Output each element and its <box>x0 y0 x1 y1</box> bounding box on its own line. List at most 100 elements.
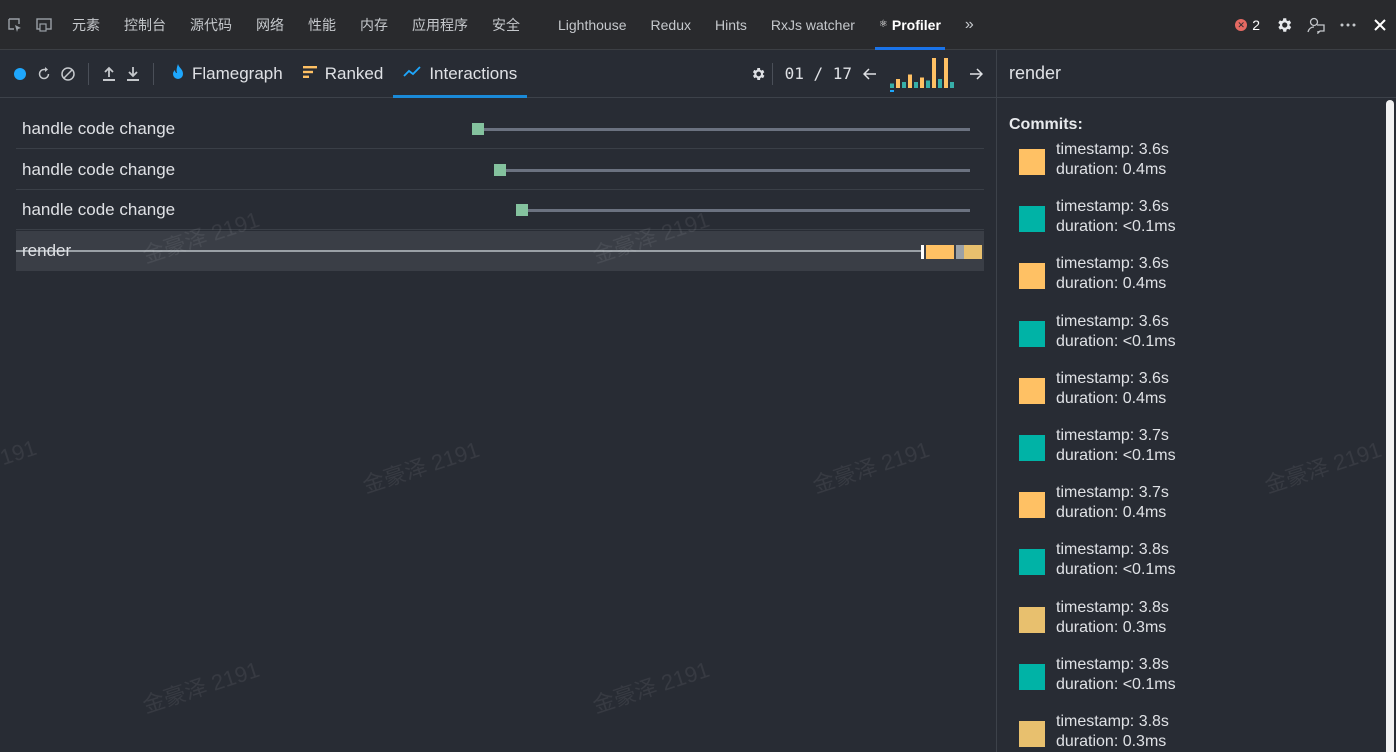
devtools-tab[interactable]: 安全 <box>480 0 532 50</box>
next-commit-arrow-icon[interactable] <box>964 50 988 98</box>
devtools-tab[interactable]: 应用程序 <box>400 0 480 50</box>
tab-flamegraph[interactable]: Flamegraph <box>162 50 293 98</box>
more-options-icon[interactable] <box>1332 0 1364 50</box>
interaction-name: render <box>22 240 72 260</box>
commit-bar[interactable] <box>932 57 936 88</box>
commit-item[interactable]: timestamp: 3.7s duration: 0.4ms <box>1019 484 1359 532</box>
interaction-row[interactable]: handle code change <box>16 150 984 190</box>
flame-icon <box>172 63 184 84</box>
commit-bar[interactable] <box>908 74 912 88</box>
commit-item[interactable]: timestamp: 3.8s duration: 0.3ms <box>1019 713 1359 752</box>
tab-ranked[interactable]: Ranked <box>293 50 394 98</box>
commits-heading: Commits: <box>1009 116 1083 133</box>
commit-bar[interactable] <box>896 78 900 88</box>
commit-counter: 01 / 17 <box>784 64 852 83</box>
error-count: 2 <box>1252 16 1260 33</box>
interaction-marker[interactable] <box>494 163 506 176</box>
commit-item[interactable]: timestamp: 3.8s duration: <0.1ms <box>1019 656 1359 704</box>
commit-item[interactable]: timestamp: 3.6s duration: 0.4ms <box>1019 141 1359 189</box>
commit-bar[interactable] <box>920 77 924 88</box>
commit-block[interactable] <box>926 244 954 259</box>
devtools-tab[interactable]: 性能 <box>296 0 348 50</box>
clear-profiling-button[interactable] <box>56 50 80 98</box>
interactions-panel: handle code change handle code change hand… <box>0 99 996 752</box>
interaction-name: handle code change <box>22 119 176 138</box>
commit-timestamp: timestamp: 3.8s <box>1056 655 1169 673</box>
record-button[interactable] <box>8 50 32 98</box>
commit-block[interactable] <box>956 244 964 259</box>
settings-gear-icon[interactable] <box>1268 0 1300 50</box>
interaction-details-panel: render Commits: timestamp: 3.6s duration:… <box>996 50 1396 752</box>
commit-item[interactable]: timestamp: 3.6s duration: 0.4ms <box>1019 255 1359 303</box>
commit-duration: duration: 0.4ms <box>1056 275 1167 293</box>
react-icon: ⚛ <box>878 19 888 30</box>
feedback-icon[interactable] <box>1300 0 1332 50</box>
scrollbar[interactable] <box>1386 100 1394 752</box>
previous-commit-arrow-icon[interactable] <box>858 50 882 98</box>
commit-bar[interactable] <box>890 83 894 88</box>
devtools-tab[interactable]: 元素 <box>60 0 112 50</box>
commit-item[interactable]: timestamp: 3.8s duration: 0.3ms <box>1019 599 1359 647</box>
commit-bar[interactable] <box>902 81 906 88</box>
commit-bar[interactable] <box>950 81 954 88</box>
load-profile-button[interactable] <box>97 50 121 98</box>
commit-duration: duration: <0.1ms <box>1056 332 1176 350</box>
commit-timestamp: timestamp: 3.6s <box>1056 141 1169 158</box>
interaction-row[interactable]: handle code change <box>16 109 984 149</box>
devtools-tab[interactable]: 控制台 <box>112 0 178 50</box>
devtools-tab[interactable]: RxJs watcher <box>759 0 867 50</box>
commit-bar[interactable] <box>944 57 948 88</box>
commit-snapshot-bars[interactable] <box>888 54 958 94</box>
tab-interactions[interactable]: Interactions <box>393 50 528 98</box>
devtools-tab[interactable]: 源代码 <box>178 0 244 50</box>
commit-block[interactable] <box>964 244 982 259</box>
commit-color-swatch <box>1019 149 1045 175</box>
devtools-tab[interactable]: Redux <box>639 0 703 50</box>
commit-timestamp: timestamp: 3.8s <box>1056 598 1169 616</box>
commit-duration: duration: <0.1ms <box>1056 218 1176 236</box>
interaction-timeline-line <box>522 209 970 212</box>
interaction-row[interactable]: render <box>16 230 984 271</box>
commit-color-swatch <box>1019 435 1045 461</box>
commit-color-swatch <box>1019 721 1045 747</box>
profiler-settings-gear-icon[interactable] <box>746 50 770 98</box>
interaction-marker[interactable] <box>516 204 529 216</box>
commit-item[interactable]: timestamp: 3.8s duration: <0.1ms <box>1019 541 1359 589</box>
commit-bar[interactable] <box>938 78 942 88</box>
record-icon <box>14 67 26 80</box>
close-devtools-icon[interactable] <box>1364 0 1396 50</box>
interaction-marker[interactable] <box>471 123 484 135</box>
device-toolbar-icon[interactable] <box>30 0 60 50</box>
commit-item[interactable]: timestamp: 3.6s duration: 0.4ms <box>1019 370 1359 418</box>
commit-color-swatch <box>1019 492 1045 519</box>
more-tabs-button[interactable]: » <box>953 0 986 50</box>
commit-item[interactable]: timestamp: 3.6s duration: <0.1ms <box>1019 198 1359 246</box>
commit-duration: duration: 0.4ms <box>1056 161 1167 178</box>
commit-duration: duration: 0.3ms <box>1056 618 1167 636</box>
commit-bar[interactable] <box>926 80 930 88</box>
tab-label: Interactions <box>429 63 518 83</box>
toolbar-divider <box>153 62 154 85</box>
inspect-element-icon[interactable] <box>0 0 30 50</box>
commit-duration: duration: 0.3ms <box>1056 733 1167 750</box>
reload-and-profile-button[interactable] <box>32 50 56 98</box>
save-profile-button[interactable] <box>121 50 145 98</box>
devtools-tab[interactable]: Hints <box>703 0 759 50</box>
devtools-tabbar: 元素 控制台 源代码 网络 性能 内存 应用程序 安全 Lighthouse Redux Hints… <box>0 0 1396 50</box>
devtools-tab[interactable]: 网络 <box>244 0 296 50</box>
error-count-badge[interactable]: ✕ 2 <box>1227 17 1268 33</box>
commit-item[interactable]: timestamp: 3.6s duration: <0.1ms <box>1019 313 1359 361</box>
commit-timestamp: timestamp: 3.6s <box>1056 312 1169 330</box>
ranked-icon <box>302 65 317 82</box>
commit-duration: duration: <0.1ms <box>1056 675 1176 693</box>
tab-profiler[interactable]: ⚛ Profiler <box>867 0 953 50</box>
commit-block[interactable] <box>921 244 924 259</box>
toolbar-divider <box>88 62 89 85</box>
interaction-row[interactable]: handle code change <box>16 190 984 230</box>
commit-item[interactable]: timestamp: 3.7s duration: <0.1ms <box>1019 427 1359 475</box>
devtools-tab[interactable]: Lighthouse <box>546 0 639 50</box>
commit-timestamp: timestamp: 3.8s <box>1056 713 1169 730</box>
commit-timestamp: timestamp: 3.7s <box>1056 484 1169 502</box>
commit-bar[interactable] <box>914 81 918 88</box>
devtools-tab[interactable]: 内存 <box>348 0 400 50</box>
